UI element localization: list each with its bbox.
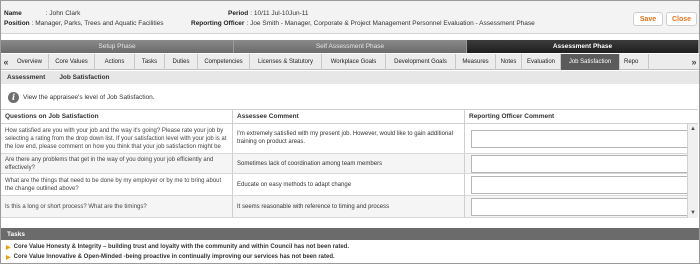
phase-assessment[interactable]: Assessment Phase (467, 40, 699, 53)
header-officer-comment: Reporting Officer Comment (469, 113, 555, 120)
tab-bar: « Overview Core Values Actions Tasks Dut… (1, 54, 699, 70)
question-text: What are the things that need to be done… (1, 174, 233, 195)
position-label: Position (4, 19, 30, 27)
tab-tasks[interactable]: Tasks (135, 54, 165, 70)
breadcrumb-job-satisfaction: Job Satisfaction (59, 74, 110, 81)
tasks-heading: Tasks (1, 228, 699, 240)
officer-row: Reporting Officer : Joe Smith - Manager,… (191, 18, 535, 28)
tab-notes[interactable]: Notes (496, 54, 522, 70)
job-satisfaction-table: Questions on Job Satisfaction Assessee C… (1, 109, 698, 218)
info-text: View the appraisee's level of Job Satisf… (23, 93, 155, 101)
officer-comment-field[interactable] (471, 129, 689, 148)
period-value: : 10/11 Jul-10Jun-11 (250, 9, 309, 17)
tab-workplace-goals[interactable]: Workplace Goals (322, 54, 386, 70)
name-row: Name : John Clark (4, 8, 80, 18)
name-label: Name (4, 9, 22, 17)
table-header: Questions on Job Satisfaction Assessee C… (1, 110, 698, 124)
period-label: Period (228, 9, 249, 17)
tab-licenses-statutory[interactable]: Licenses & Statutory (250, 54, 322, 70)
tab-measures[interactable]: Measures (456, 54, 496, 70)
task-text: Core Value Innovative & Open-Minded -bei… (13, 254, 335, 260)
officer-comment-field[interactable] (471, 175, 689, 194)
assessee-comment: I'm extremely satisfied with my present … (233, 124, 465, 153)
officer-comment-field[interactable] (471, 197, 689, 216)
question-text: Is this a long or short process? What ar… (1, 196, 233, 217)
tab-evaluation[interactable]: Evaluation (522, 54, 561, 70)
task-text: Core Value Honesty & Integrity – buildin… (13, 244, 349, 250)
tab-overview[interactable]: Overview (11, 54, 49, 70)
tab-reports[interactable]: Repo (620, 54, 649, 70)
save-button[interactable]: Save (633, 12, 663, 26)
tab-duties[interactable]: Duties (165, 54, 198, 70)
period-row: Period : 10/11 Jul-10Jun-11 (228, 8, 309, 18)
assessee-comment: It seems reasonable with reference to ti… (233, 196, 465, 217)
task-item[interactable]: ▶ Core Value Honesty & Integrity – build… (6, 242, 349, 252)
table-row: How satisfied are you with your job and … (1, 124, 698, 154)
phase-bar: Setup Phase Self Assessment Phase Assess… (1, 40, 699, 53)
officer-comment-field[interactable] (471, 154, 689, 173)
table-scrollbar[interactable]: ▲ ▼ (687, 124, 698, 218)
tab-scroll-right-icon[interactable]: » (689, 54, 699, 70)
scroll-down-icon[interactable]: ▼ (688, 208, 698, 218)
table-row: What are the things that need to be done… (1, 174, 698, 196)
tab-scroll-left-icon[interactable]: « (1, 54, 11, 70)
assessee-comment: Sometimes lack of coordination among tea… (233, 154, 465, 173)
close-button[interactable]: Close (666, 12, 697, 26)
tab-core-values[interactable]: Core Values (49, 54, 95, 70)
header-assessee-comment: Assessee Comment (233, 110, 465, 123)
assessee-comment: Educate on easy methods to adapt change (233, 174, 465, 195)
tab-development-goals[interactable]: Development Goals (386, 54, 456, 70)
table-row: Is this a long or short process? What ar… (1, 196, 698, 218)
bullet-triangle-icon: ▶ (6, 244, 11, 251)
tab-competencies[interactable]: Competencies (198, 54, 250, 70)
breadcrumb-assessment: Assessment (7, 74, 46, 81)
officer-label: Reporting Officer (191, 19, 245, 27)
tab-actions[interactable]: Actions (95, 54, 135, 70)
position-row: Position : Manager, Parks, Trees and Aqu… (4, 18, 164, 28)
officer-value: : Joe Smith - Manager, Corporate & Proje… (246, 19, 535, 27)
breadcrumb: Assessment Job Satisfaction (1, 71, 699, 84)
task-item[interactable]: ▶ Core Value Innovative & Open-Minded -b… (6, 252, 335, 262)
question-text: How satisfied are you with your job and … (1, 124, 233, 153)
scroll-up-icon[interactable]: ▲ (688, 124, 698, 134)
info-icon: i (8, 91, 19, 103)
table-row: Are there any problems that get in the w… (1, 154, 698, 174)
header-questions: Questions on Job Satisfaction (1, 110, 233, 123)
info-message: i View the appraisee's level of Job Sati… (8, 90, 155, 104)
position-value: : Manager, Parks, Trees and Aquatic Faci… (31, 19, 164, 27)
bullet-triangle-icon: ▶ (6, 254, 11, 261)
tab-job-satisfaction[interactable]: Job Satisfaction (561, 54, 620, 70)
name-value: : John Clark (45, 9, 81, 17)
phase-setup[interactable]: Setup Phase (1, 40, 234, 53)
employee-header: Name : John Clark Position : Manager, Pa… (1, 1, 699, 34)
phase-self-assessment[interactable]: Self Assessment Phase (234, 40, 467, 53)
question-text: Are there any problems that get in the w… (1, 154, 233, 173)
